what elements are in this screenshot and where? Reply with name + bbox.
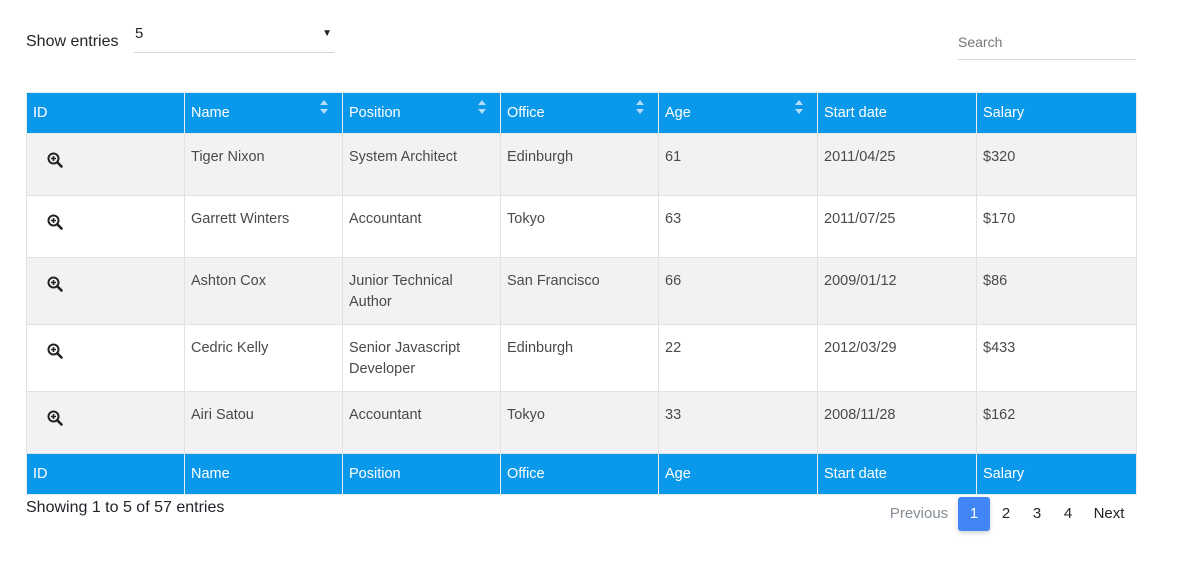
office-cell: San Francisco bbox=[500, 257, 659, 325]
position-cell: System Architect bbox=[342, 133, 501, 196]
footer-start-date: Start date bbox=[817, 453, 977, 495]
header-id[interactable]: ID bbox=[26, 92, 185, 134]
header-start-date[interactable]: Start date bbox=[817, 92, 977, 134]
start-date-cell: 2012/03/29 bbox=[817, 324, 977, 392]
table-row[interactable]: Airi Satou Accountant Tokyo 33 2008/11/2… bbox=[26, 391, 1137, 454]
header-label: Position bbox=[349, 105, 401, 121]
id-cell[interactable] bbox=[26, 324, 185, 392]
entries-per-page-select[interactable]: 5 ▼ bbox=[134, 22, 334, 53]
start-date-cell: 2009/01/12 bbox=[817, 257, 977, 325]
name-cell: Cedric Kelly bbox=[184, 324, 343, 392]
salary-cell: $433 bbox=[976, 324, 1137, 392]
age-cell: 66 bbox=[658, 257, 818, 325]
salary-cell: $162 bbox=[976, 391, 1137, 454]
name-cell: Ashton Cox bbox=[184, 257, 343, 325]
previous-page-button[interactable]: Previous bbox=[880, 497, 958, 531]
position-cell: Accountant bbox=[342, 391, 501, 454]
sort-icon bbox=[636, 100, 644, 114]
id-cell[interactable] bbox=[26, 133, 185, 196]
dropdown-caret-icon: ▼ bbox=[322, 28, 332, 39]
salary-cell: $86 bbox=[976, 257, 1137, 325]
table-controls: Show entries 5 ▼ bbox=[26, 22, 1136, 62]
table-row[interactable]: Ashton Cox Junior Technical Author San F… bbox=[26, 257, 1137, 325]
table-row[interactable]: Tiger Nixon System Architect Edinburgh 6… bbox=[26, 133, 1137, 196]
id-cell[interactable] bbox=[26, 391, 185, 454]
id-cell[interactable] bbox=[26, 195, 185, 258]
zoom-in-icon[interactable] bbox=[47, 343, 63, 359]
header-label: Start date bbox=[824, 105, 887, 121]
header-name[interactable]: Name bbox=[184, 92, 343, 134]
header-label: Name bbox=[191, 105, 230, 121]
search-input[interactable] bbox=[958, 24, 1128, 50]
page-3-button[interactable]: 3 bbox=[1021, 497, 1053, 531]
length-menu-label: Show entries bbox=[26, 33, 119, 50]
sort-icon bbox=[795, 100, 803, 114]
zoom-in-icon[interactable] bbox=[47, 410, 63, 426]
table-row[interactable]: Garrett Winters Accountant Tokyo 63 2011… bbox=[26, 195, 1137, 258]
header-label: Salary bbox=[983, 105, 1025, 121]
salary-cell: $170 bbox=[976, 195, 1137, 258]
footer-id: ID bbox=[26, 453, 185, 495]
table-info: Showing 1 to 5 of 57 entries bbox=[26, 499, 225, 516]
page-4-button[interactable]: 4 bbox=[1052, 497, 1084, 531]
header-office[interactable]: Office bbox=[500, 92, 659, 134]
office-cell: Tokyo bbox=[500, 391, 659, 454]
entries-per-page-value: 5 bbox=[135, 25, 144, 42]
office-cell: Edinburgh bbox=[500, 324, 659, 392]
next-page-button[interactable]: Next bbox=[1084, 497, 1134, 531]
footer-age: Age bbox=[658, 453, 818, 495]
data-table: ID Name Position Office Age Start date S… bbox=[26, 92, 1137, 495]
table-footer-row: ID Name Position Office Age Start date S… bbox=[26, 453, 1137, 495]
age-cell: 22 bbox=[658, 324, 818, 392]
position-cell: Senior Javascript Developer bbox=[342, 324, 501, 392]
footer-salary: Salary bbox=[976, 453, 1137, 495]
search-box[interactable] bbox=[958, 24, 1136, 60]
header-label: ID bbox=[33, 105, 48, 121]
start-date-cell: 2008/11/28 bbox=[817, 391, 977, 454]
name-cell: Tiger Nixon bbox=[184, 133, 343, 196]
age-cell: 33 bbox=[658, 391, 818, 454]
page-2-button[interactable]: 2 bbox=[990, 497, 1022, 531]
header-label: Age bbox=[665, 105, 691, 121]
start-date-cell: 2011/07/25 bbox=[817, 195, 977, 258]
header-position[interactable]: Position bbox=[342, 92, 501, 134]
salary-cell: $320 bbox=[976, 133, 1137, 196]
name-cell: Airi Satou bbox=[184, 391, 343, 454]
age-cell: 61 bbox=[658, 133, 818, 196]
position-cell: Accountant bbox=[342, 195, 501, 258]
position-cell: Junior Technical Author bbox=[342, 257, 501, 325]
sort-icon bbox=[478, 100, 486, 114]
sort-icon bbox=[320, 100, 328, 114]
id-cell[interactable] bbox=[26, 257, 185, 325]
zoom-in-icon[interactable] bbox=[47, 276, 63, 292]
name-cell: Garrett Winters bbox=[184, 195, 343, 258]
footer-position: Position bbox=[342, 453, 501, 495]
header-label: Office bbox=[507, 105, 545, 121]
office-cell: Tokyo bbox=[500, 195, 659, 258]
header-salary[interactable]: Salary bbox=[976, 92, 1137, 134]
zoom-in-icon[interactable] bbox=[47, 214, 63, 230]
header-age[interactable]: Age bbox=[658, 92, 818, 134]
office-cell: Edinburgh bbox=[500, 133, 659, 196]
table-header-row: ID Name Position Office Age Start date S… bbox=[26, 92, 1137, 134]
zoom-in-icon[interactable] bbox=[47, 152, 63, 168]
age-cell: 63 bbox=[658, 195, 818, 258]
start-date-cell: 2011/04/25 bbox=[817, 133, 977, 196]
table-row[interactable]: Cedric Kelly Senior Javascript Developer… bbox=[26, 324, 1137, 392]
page-1-button[interactable]: 1 bbox=[958, 497, 990, 531]
footer-name: Name bbox=[184, 453, 343, 495]
footer-office: Office bbox=[500, 453, 659, 495]
